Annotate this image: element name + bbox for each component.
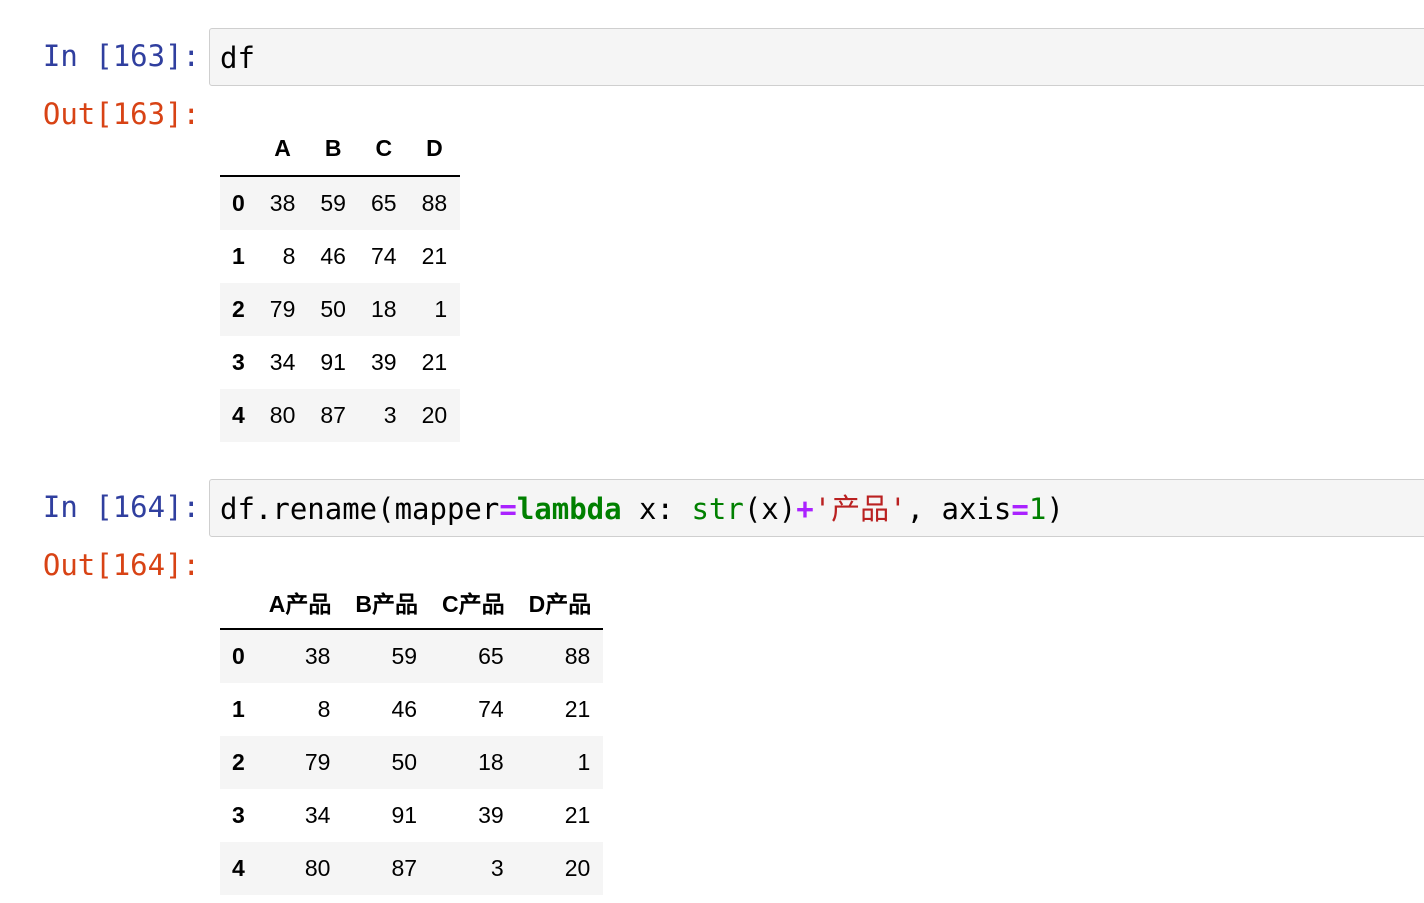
table-cell: 46 (320, 243, 346, 269)
table-cell: 79 (269, 296, 296, 322)
column-header: A (257, 122, 309, 177)
table-header-row: ABCD (220, 122, 461, 177)
table-row: 2 79 50 18 1 (220, 283, 461, 336)
table-cell: 80 (304, 855, 331, 881)
table-row: 4 80 87 3 20 (220, 389, 461, 442)
table-cell: 88 (564, 643, 591, 669)
row-index: 0 (232, 643, 245, 669)
code-token: x: (621, 492, 692, 526)
table-cell: 38 (304, 643, 331, 669)
table-cell: 88 (421, 190, 448, 216)
table-cell: 20 (564, 855, 591, 881)
table-cell: 21 (564, 802, 591, 828)
table-cell: 50 (320, 296, 346, 322)
table-cell: 8 (282, 243, 296, 269)
table-cell: 39 (370, 349, 397, 375)
table-cell: 87 (391, 855, 418, 881)
table-cell: 34 (304, 802, 331, 828)
table-cell: 34 (269, 349, 296, 375)
code-token: (x) (743, 492, 797, 526)
column-header: A产品 (256, 575, 344, 630)
code-input-cell[interactable]: df.rename(mapper=lambda x: str(x)+'产品', … (209, 479, 1424, 537)
column-header: D产品 (516, 575, 604, 630)
row-index: 4 (232, 855, 245, 881)
table-row: 3 34 91 39 21 (220, 789, 603, 842)
column-header: B产品 (343, 575, 431, 630)
column-header: B (308, 122, 359, 177)
output-prompt: Out[163]: (42, 97, 200, 131)
dataframe-output-table: A产品 B产品 C产品 D产品 0 38 59 65 88 1 8 46 74 21 2 79 50 18 1 3 3… (220, 575, 604, 895)
code-token: df (220, 41, 255, 75)
row-index: 3 (232, 802, 245, 828)
column-header: C (358, 122, 410, 177)
table-cell: 21 (564, 696, 591, 722)
table-row: 4 80 87 3 20 (220, 842, 604, 895)
table-cell: 65 (478, 643, 504, 669)
code-input-cell[interactable]: df (209, 28, 1424, 86)
table-cell: 18 (478, 749, 504, 775)
table-cell: 59 (320, 190, 346, 216)
table-row: 0 38 59 65 88 (220, 176, 461, 230)
table-cell: 20 (421, 402, 448, 428)
table-cell: 21 (421, 349, 448, 375)
table-row: 0 38 59 65 88 (220, 629, 604, 683)
table-cell: 46 (391, 696, 418, 722)
dataframe-output-table: ABCD 0 38 59 65 88 1 8 46 74 21 2 79 50 18 1 3 34 91 39 21 4… (220, 122, 461, 442)
row-index: 0 (232, 190, 245, 216)
row-index: 2 (232, 749, 245, 775)
row-index: 3 (232, 349, 245, 375)
code-token: df.rename(mapper (220, 492, 500, 526)
table-cell: 79 (304, 749, 331, 775)
table-cell: 38 (269, 190, 296, 216)
table-cell: 8 (317, 696, 331, 722)
row-index: 1 (232, 696, 245, 722)
code-token: = (499, 492, 517, 526)
table-cell: 91 (320, 349, 346, 375)
row-index: 4 (232, 402, 245, 428)
table-cell: 65 (370, 190, 397, 216)
table-cell: 3 (383, 402, 397, 428)
code-token: + (796, 492, 814, 526)
input-prompt: In [164]: (42, 490, 200, 524)
table-cell: 87 (320, 402, 346, 428)
code-token: ) (1046, 492, 1064, 526)
table-row: 3 34 91 39 21 (220, 336, 460, 389)
table-cell: 59 (391, 643, 418, 669)
table-cell: 1 (577, 749, 591, 775)
table-row: 1 8 46 74 21 (220, 683, 603, 736)
table-cell: 21 (421, 243, 448, 269)
column-header: C产品 (430, 575, 517, 630)
table-row: 1 8 46 74 21 (220, 230, 460, 283)
table-cell: 74 (370, 243, 397, 269)
code-token: 1 (1028, 492, 1047, 526)
input-prompt: In [163]: (42, 39, 200, 73)
table-cell: 50 (391, 749, 418, 775)
table-cell: 80 (269, 402, 296, 428)
table-cell: 3 (490, 855, 504, 881)
code-editor[interactable]: df.rename(mapper=lambda x: str(x)+'产品', … (220, 489, 1064, 529)
code-token: str (691, 492, 744, 526)
output-prompt: Out[164]: (42, 548, 200, 582)
code-token: lambda (516, 492, 622, 526)
table-cell: 18 (370, 296, 397, 322)
row-index: 2 (232, 296, 245, 322)
index-header (220, 122, 258, 177)
code-token: '产品' (813, 492, 907, 526)
table-cell: 74 (478, 696, 504, 722)
code-token: , axis (906, 492, 1012, 526)
table-header-row: A产品 B产品 C产品 D产品 (220, 575, 604, 630)
code-token: = (1011, 492, 1029, 526)
code-editor[interactable]: df (220, 38, 255, 78)
table-cell: 39 (478, 802, 504, 828)
table-cell: 1 (434, 296, 448, 322)
row-index: 1 (232, 243, 245, 269)
column-header: D (409, 122, 461, 177)
index-header (220, 575, 257, 630)
table-row: 2 79 50 18 1 (220, 736, 604, 789)
table-cell: 91 (391, 802, 418, 828)
